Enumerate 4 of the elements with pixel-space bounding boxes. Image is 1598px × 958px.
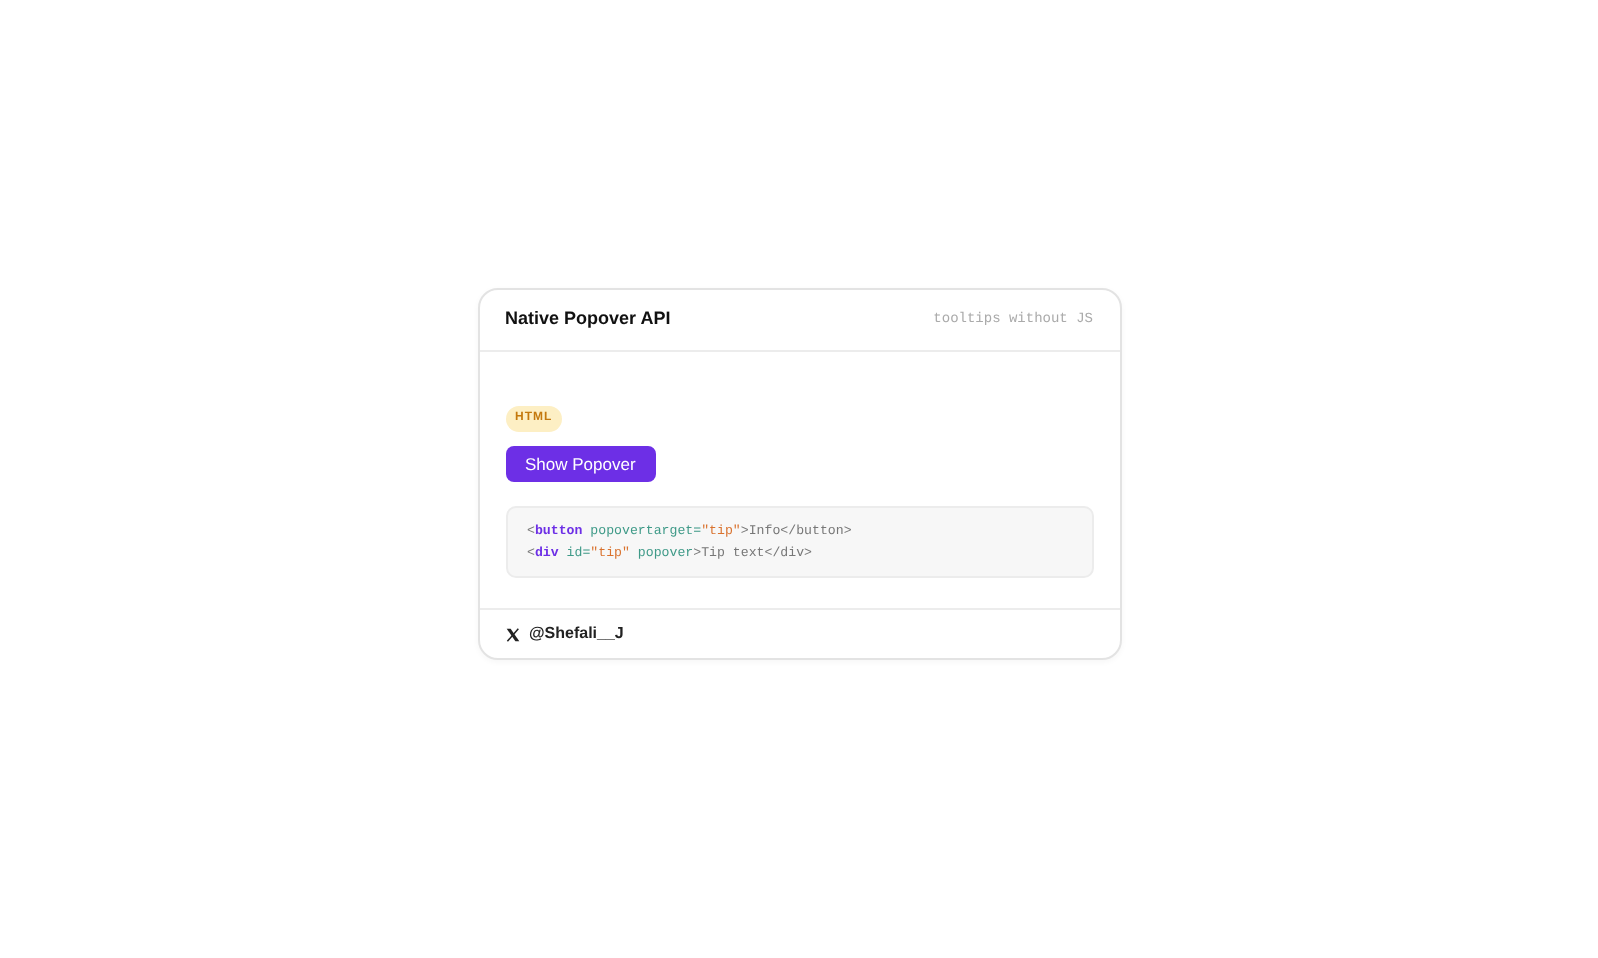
show-popover-button[interactable]: Show Popover bbox=[505, 446, 656, 482]
author-handle: @Shefali__J bbox=[529, 622, 624, 646]
card-title: Native Popover API bbox=[505, 306, 671, 333]
x-logo-icon bbox=[505, 627, 519, 641]
